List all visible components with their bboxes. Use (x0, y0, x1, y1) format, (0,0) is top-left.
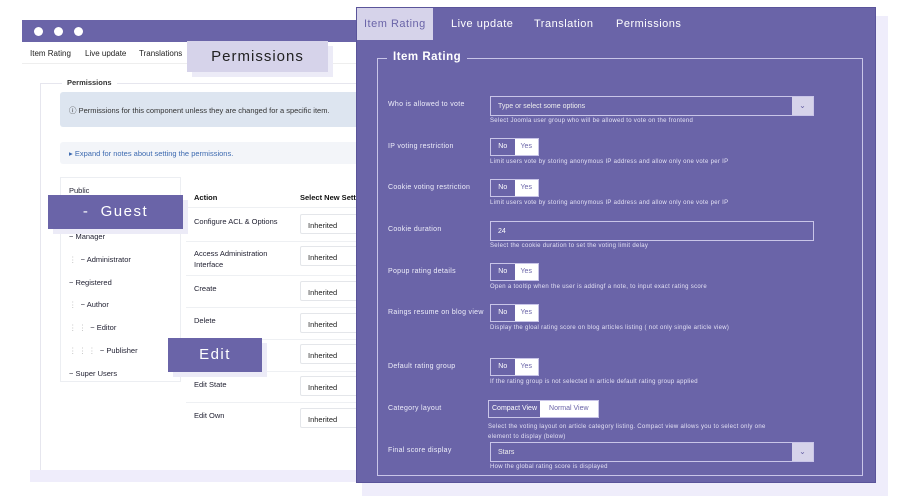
popup-label: Popup rating details (388, 268, 456, 275)
yes-option[interactable]: Yes (514, 305, 538, 321)
ip-help: Limit users vote by storing anonymous IP… (490, 159, 729, 165)
setting-select[interactable]: Inherited (300, 313, 362, 333)
vote-select[interactable]: Type or select some options ⌄ (490, 96, 814, 116)
group-super-users[interactable]: − Super Users (69, 369, 117, 378)
window-dot-icon (74, 27, 83, 36)
resume-label: Raings resume on blog view (388, 309, 484, 316)
no-option[interactable]: No (491, 359, 515, 375)
divider (186, 402, 362, 403)
tab-translation[interactable]: Translation (534, 18, 594, 30)
normal-view-option[interactable]: Normal View (540, 401, 598, 417)
action-label: Edit State (194, 380, 227, 389)
duration-label: Cookie duration (388, 226, 442, 233)
no-option[interactable]: No (491, 305, 515, 321)
ip-toggle[interactable]: No Yes (490, 138, 539, 156)
popup-toggle[interactable]: No Yes (490, 263, 539, 281)
final-help: How the global rating score is displayed (490, 464, 608, 470)
layout-segmented[interactable]: Compact View Normal View (488, 400, 599, 418)
yes-option[interactable]: Yes (514, 180, 538, 196)
action-label: Delete (194, 316, 216, 325)
tab-live-update[interactable]: Live update (451, 18, 513, 30)
item-rating-panel: Item Rating Live update Translation Perm… (356, 7, 876, 483)
cookie-label: Cookie voting restriction (388, 184, 471, 191)
callout-permissions: Permissions (187, 41, 328, 72)
resume-toggle[interactable]: No Yes (490, 304, 539, 322)
layout-help: Select the voting layout on article cate… (488, 424, 766, 440)
ip-label: IP voting restriction (388, 143, 454, 150)
compact-view-option[interactable]: Compact View (489, 401, 540, 417)
default-group-toggle[interactable]: No Yes (490, 358, 539, 376)
chevron-down-icon: ⌄ (792, 97, 813, 115)
expand-notes-link[interactable]: ▸ Expand for notes about setting the per… (60, 142, 362, 164)
tab-item-rating[interactable]: Item Rating (30, 49, 71, 58)
divider (186, 307, 362, 308)
back-window-shadow (30, 470, 360, 482)
final-value: Stars (498, 449, 515, 456)
fieldset-legend: Item Rating (387, 51, 468, 63)
default-group-help: If the rating group is not selected in a… (490, 379, 698, 385)
group-administrator[interactable]: ⋮ − Administrator (69, 255, 131, 264)
info-alert: ⓘ Permissions for this component unless … (60, 92, 362, 127)
yes-option[interactable]: Yes (514, 264, 538, 280)
setting-select[interactable]: Inherited (300, 408, 362, 428)
setting-select[interactable]: Inherited (300, 376, 362, 396)
window-titlebar (22, 20, 362, 42)
resume-help: Display the gloal rating score on blog a… (490, 325, 730, 331)
action-label: Create (194, 284, 217, 293)
no-option[interactable]: No (491, 180, 515, 196)
group-public[interactable]: Public (69, 186, 89, 195)
setting-select[interactable]: Inherited (300, 281, 362, 301)
group-manager[interactable]: − Manager (69, 232, 105, 241)
header-setting: Select New Setti (300, 193, 358, 202)
callout-guest: - Guest (48, 195, 183, 229)
popup-help: Open a tooltip when the user is addingf … (490, 284, 707, 290)
setting-select[interactable]: Inherited (300, 246, 362, 266)
tab-item-rating[interactable]: Item Rating (357, 8, 433, 40)
tab-permissions[interactable]: Permissions (616, 18, 681, 30)
group-editor[interactable]: ⋮ ⋮ − Editor (69, 323, 116, 332)
group-registered[interactable]: − Registered (69, 278, 112, 287)
layout-label: Category layout (388, 405, 442, 412)
no-option[interactable]: No (491, 139, 515, 155)
tab-translations[interactable]: Translations (139, 49, 182, 58)
action-label: Access Administration Interface (194, 249, 268, 269)
setting-select[interactable]: Inherited (300, 344, 362, 364)
callout-edit: Edit (168, 338, 262, 372)
duration-input[interactable]: 24 (490, 221, 814, 241)
divider (186, 207, 362, 208)
vote-label: Who is allowed to vote (388, 101, 465, 108)
header-action: Action (194, 193, 218, 202)
vote-placeholder: Type or select some options (498, 103, 586, 110)
default-group-label: Default rating group (388, 363, 456, 370)
duration-help: Select the cookie duration to set the vo… (490, 243, 649, 249)
section-title: Permissions (62, 78, 117, 87)
info-text: Permissions for this component unless th… (78, 106, 330, 115)
group-author[interactable]: ⋮ − Author (69, 300, 109, 309)
info-icon: ⓘ (69, 106, 79, 115)
action-label: Configure ACL & Options (194, 217, 278, 226)
cookie-help: Limit users vote by storing anonymous IP… (490, 200, 729, 206)
window-dot-icon (34, 27, 43, 36)
expand-text: Expand for notes about setting the permi… (74, 149, 234, 158)
cookie-toggle[interactable]: No Yes (490, 179, 539, 197)
group-publisher[interactable]: ⋮ ⋮ ⋮ − Publisher (69, 346, 138, 355)
yes-option[interactable]: Yes (514, 359, 538, 375)
permissions-window: Item Rating Live update Translations Per… (22, 20, 362, 470)
tab-live-update[interactable]: Live update (85, 49, 126, 58)
final-select[interactable]: Stars ⌄ (490, 442, 814, 462)
divider (186, 275, 362, 276)
chevron-down-icon: ⌄ (792, 443, 813, 461)
window-dot-icon (54, 27, 63, 36)
divider (186, 241, 362, 242)
yes-option[interactable]: Yes (514, 139, 538, 155)
action-label: Edit Own (194, 411, 225, 420)
setting-select[interactable]: Inherited (300, 214, 362, 234)
final-label: Final score display (388, 447, 452, 454)
no-option[interactable]: No (491, 264, 515, 280)
vote-help: Select Joomla user group who will be all… (490, 118, 694, 124)
